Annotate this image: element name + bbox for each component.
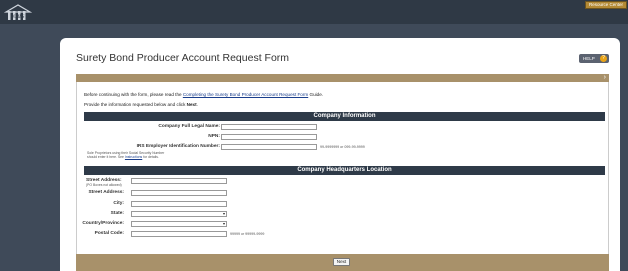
ein-format-hint: 99-9999999 or 099-99-9999 (320, 145, 365, 149)
intro-line-1: Before continuing with the form, please … (84, 92, 323, 97)
postal-code-label: Postal Code: (94, 231, 124, 236)
intro-next-emphasis: Next (186, 102, 197, 107)
help-question-icon: ? (600, 55, 607, 62)
npn-input[interactable] (221, 134, 317, 140)
country-province-label: Country/Province: (82, 221, 124, 226)
intro-text: Guide. (309, 92, 324, 97)
intro-text: Before continuing with the form, please … (84, 92, 182, 97)
instructions-link[interactable]: Instructions (125, 155, 142, 159)
main-card: Surety Bond Producer Account Request For… (60, 38, 620, 271)
form-body: Before continuing with the form, please … (76, 82, 609, 254)
postal-code-input[interactable] (131, 231, 227, 237)
ein-note-text: for details. (143, 155, 159, 159)
help-label: HELP (583, 56, 595, 61)
street-address-2-label: Street Address: (88, 190, 124, 195)
resource-center-button[interactable]: Resource Center (585, 1, 627, 9)
top-navigation-bar: NMLS Resource Center (0, 0, 628, 24)
state-label: State: (110, 211, 124, 216)
npn-label: NPN: (208, 134, 220, 139)
company-hq-location-header: Company Headquarters Location (84, 166, 605, 175)
dropdown-arrow-icon: ▾ (222, 211, 225, 216)
ein-label: IRS Employer Identification Number: (136, 144, 220, 149)
street-address-1-input[interactable] (131, 178, 227, 184)
chevron-right-icon[interactable]: › (604, 74, 606, 82)
ein-input[interactable] (221, 144, 317, 150)
dropdown-arrow-icon: ▾ (222, 221, 225, 226)
form-footer-bar: Next (76, 254, 609, 271)
street-address-2-input[interactable] (131, 190, 227, 196)
country-province-select[interactable]: ▾ (131, 221, 227, 227)
intro-line-2: Provide the information requested below … (84, 102, 198, 107)
logo-text: NMLS (11, 15, 25, 20)
postal-format-hint: 99999 or 99999-9999 (230, 232, 265, 236)
intro-text: . (196, 102, 198, 107)
ein-note-text: should enter it here. See (87, 155, 124, 159)
city-input[interactable] (131, 201, 227, 207)
state-select[interactable]: ▾ (131, 211, 227, 217)
page-title: Surety Bond Producer Account Request For… (76, 52, 290, 64)
nmls-logo[interactable]: NMLS (4, 3, 32, 22)
ein-note-line-2: should enter it here. See Instructions f… (87, 155, 159, 159)
po-box-note: (PO Boxes not allowed) (86, 183, 122, 187)
help-button[interactable]: HELP ? (579, 54, 609, 63)
legal-name-label: Company Full Legal Name: (158, 124, 220, 129)
legal-name-input[interactable] (221, 124, 317, 130)
next-button[interactable]: Next (333, 258, 350, 266)
city-label: City: (113, 201, 124, 206)
intro-text: Provide the information requested below … (84, 102, 186, 107)
guide-link[interactable]: Completing the Surety Bond Producer Acco… (183, 92, 308, 97)
company-information-header: Company Information (84, 112, 605, 121)
form-top-bar: › (76, 74, 609, 82)
